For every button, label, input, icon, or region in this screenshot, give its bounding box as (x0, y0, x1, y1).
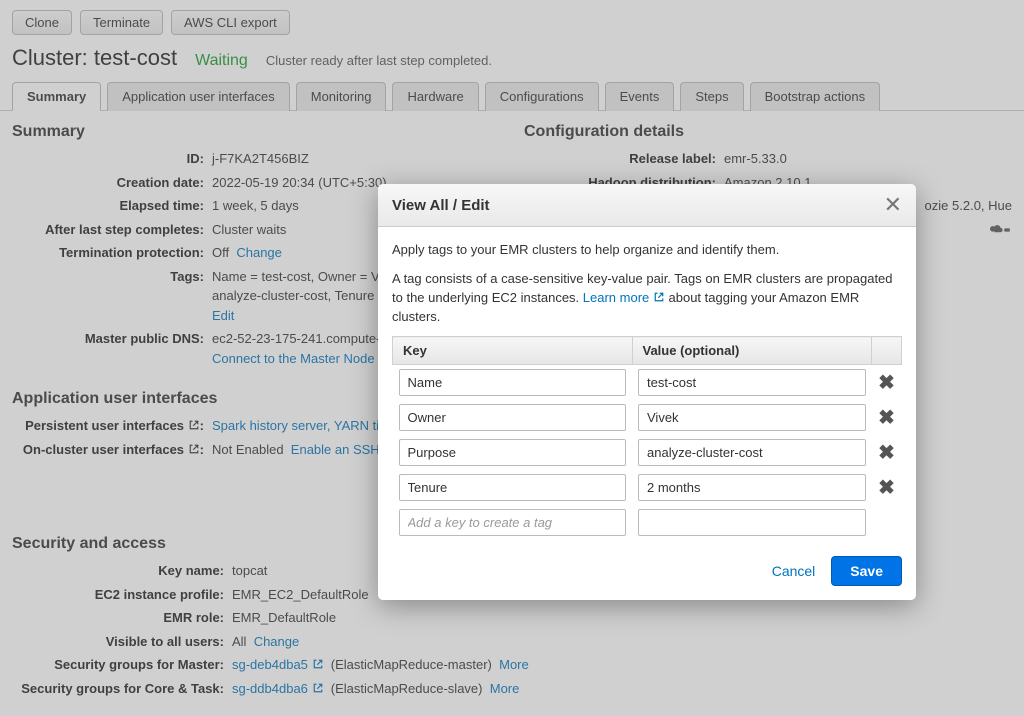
tag-value-input[interactable] (638, 369, 866, 396)
delete-tag-icon[interactable]: ✖ (878, 407, 895, 429)
th-delete (872, 337, 902, 365)
delete-tag-icon[interactable]: ✖ (878, 477, 895, 499)
table-row: ✖ (393, 365, 902, 401)
learn-more-link[interactable]: Learn more (583, 290, 649, 305)
modal-header: View All / Edit ✕ (378, 184, 916, 227)
th-value: Value (optional) (632, 337, 872, 365)
table-row-add (393, 505, 902, 540)
tag-key-input[interactable] (399, 439, 627, 466)
tag-value-input[interactable] (638, 404, 866, 431)
tag-value-input[interactable] (638, 474, 866, 501)
th-key: Key (393, 337, 633, 365)
external-link-icon (653, 291, 665, 303)
table-row: ✖ (393, 400, 902, 435)
modal-footer: Cancel Save (378, 546, 916, 600)
table-row: ✖ (393, 470, 902, 505)
modal-body: Apply tags to your EMR clusters to help … (378, 227, 916, 546)
tags-modal: View All / Edit ✕ Apply tags to your EMR… (378, 184, 916, 600)
tag-key-input[interactable] (399, 474, 627, 501)
add-tag-value-input[interactable] (638, 509, 866, 536)
modal-title: View All / Edit (392, 197, 490, 214)
modal-intro: Apply tags to your EMR clusters to help … (392, 241, 902, 260)
add-tag-key-input[interactable] (399, 509, 627, 536)
tag-key-input[interactable] (399, 404, 627, 431)
tag-key-input[interactable] (399, 369, 627, 396)
table-row: ✖ (393, 435, 902, 470)
tag-value-input[interactable] (638, 439, 866, 466)
save-button[interactable]: Save (831, 556, 902, 586)
cancel-button[interactable]: Cancel (772, 563, 816, 579)
delete-tag-icon[interactable]: ✖ (878, 442, 895, 464)
delete-tag-icon[interactable]: ✖ (878, 372, 895, 394)
tags-table: Key Value (optional) ✖ ✖ (392, 336, 902, 540)
close-icon[interactable]: ✕ (884, 194, 902, 216)
modal-desc: A tag consists of a case-sensitive key-v… (392, 270, 902, 327)
